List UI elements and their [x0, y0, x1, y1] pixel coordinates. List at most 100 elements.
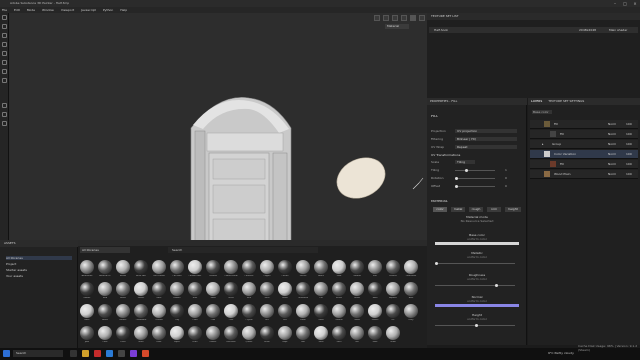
layer-row[interactable]: Fill Norm 100 [530, 160, 638, 169]
material-thumbnail[interactable] [224, 304, 238, 318]
material-thumbnail[interactable] [314, 282, 328, 296]
layer-blend[interactable]: Norm [608, 120, 616, 129]
material-thumbnail[interactable] [170, 304, 184, 318]
channel-color-button[interactable]: color [433, 207, 447, 212]
geometry-fill-icon[interactable] [1, 42, 7, 47]
material-thumbnail[interactable] [314, 260, 328, 274]
material-thumbnail[interactable] [242, 282, 256, 296]
material-thumbnail[interactable] [278, 304, 292, 318]
material-thumbnail[interactable] [242, 304, 256, 318]
material-thumbnail[interactable] [134, 282, 148, 296]
material-thumbnail[interactable] [152, 260, 166, 274]
start-icon[interactable] [3, 350, 10, 357]
rotation-slider[interactable] [455, 177, 495, 180]
channel-metal-button[interactable]: metal [451, 207, 465, 212]
material-thumbnail[interactable] [386, 304, 400, 318]
layer-blend[interactable]: Norm [608, 130, 616, 139]
material-thumbnail[interactable] [116, 260, 130, 274]
shelf-tab[interactable]: All libraries [80, 247, 130, 253]
material-thumbnail[interactable] [98, 282, 112, 296]
material-thumbnail[interactable] [314, 304, 328, 318]
layer-blend[interactable]: Norm [608, 160, 616, 169]
material-thumbnail[interactable] [170, 282, 184, 296]
material-thumbnail[interactable] [278, 326, 292, 340]
projection-select[interactable]: UV projection [455, 129, 517, 133]
tree-item-all-libraries[interactable]: All libraries [6, 256, 72, 260]
material-thumbnail[interactable] [152, 326, 166, 340]
material-thumbnail[interactable] [98, 304, 112, 318]
material-thumbnail[interactable] [350, 282, 364, 296]
material-thumbnail[interactable] [314, 326, 328, 340]
material-thumbnail[interactable] [170, 326, 184, 340]
layer-icon[interactable] [1, 121, 7, 126]
material-thumbnail[interactable] [134, 260, 148, 274]
material-mode-value[interactable]: No Resource Selected [427, 219, 527, 223]
material-thumbnail[interactable] [224, 260, 238, 274]
material-thumbnail[interactable] [188, 260, 202, 274]
material-thumbnail[interactable] [332, 282, 346, 296]
material-thumbnail[interactable] [224, 326, 238, 340]
material-thumbnail[interactable] [404, 304, 418, 318]
material-thumbnail[interactable] [260, 326, 274, 340]
channel-nrm-button[interactable]: nrm [487, 207, 501, 212]
roughness-slider[interactable] [435, 284, 515, 287]
material-thumbnail[interactable] [350, 260, 364, 274]
offset-slider[interactable] [455, 185, 495, 188]
material-thumbnail[interactable] [350, 326, 364, 340]
layer-opacity[interactable]: 100 [626, 140, 632, 149]
material-thumbnail[interactable] [242, 260, 256, 274]
material-thumbnail[interactable] [206, 282, 220, 296]
material-thumbnail[interactable] [80, 260, 94, 274]
tiling-slider[interactable] [455, 169, 495, 172]
uv-transform-label[interactable]: UV Transformations [431, 153, 460, 157]
material-thumbnail[interactable] [368, 260, 382, 274]
layer-row[interactable]: Fill Norm 100 [530, 120, 638, 129]
tab-texture-set-settings[interactable]: TEXTURE SET SETTINGS [548, 98, 584, 105]
material-thumbnail[interactable] [98, 260, 112, 274]
material-thumbnail[interactable] [260, 260, 274, 274]
channel-rough-button[interactable]: rough [469, 207, 483, 212]
material-thumbnail[interactable] [80, 282, 94, 296]
taskbar-search[interactable]: Search [13, 350, 63, 357]
material-thumbnail[interactable] [278, 260, 292, 274]
paint-tool-icon[interactable] [1, 15, 7, 20]
material-thumbnail[interactable] [134, 326, 148, 340]
material-thumbnail[interactable] [152, 304, 166, 318]
offset-value[interactable]: 0 [505, 184, 507, 188]
projection-tool-icon[interactable] [1, 33, 7, 38]
material-thumbnail[interactable] [116, 304, 130, 318]
close-button[interactable]: × [630, 0, 640, 7]
shelf-search-input[interactable]: Search [168, 247, 318, 253]
material-thumbnail[interactable] [260, 304, 274, 318]
metallic-slider[interactable] [435, 262, 515, 265]
uv-wrap-select[interactable]: Repeat [455, 145, 517, 149]
layer-row[interactable]: Wood Plain Norm 100 [530, 170, 638, 179]
material-thumbnail[interactable] [368, 326, 382, 340]
tree-item-starter[interactable]: Starter assets [6, 268, 27, 272]
layer-opacity[interactable]: 100 [626, 120, 632, 129]
material-thumbnail[interactable] [368, 304, 382, 318]
material-thumbnail[interactable] [296, 260, 310, 274]
substance-icon[interactable] [118, 350, 125, 357]
material-thumbnail[interactable] [206, 260, 220, 274]
camera-icon[interactable] [1, 112, 7, 117]
app3-icon[interactable] [142, 350, 149, 357]
picker-tool-icon[interactable] [1, 69, 7, 74]
material-thumbnail[interactable] [80, 304, 94, 318]
material-thumbnail[interactable] [278, 282, 292, 296]
layer-opacity[interactable]: 100 [626, 130, 632, 139]
material-thumbnail[interactable] [152, 282, 166, 296]
layer-row[interactable]: ▸ Group Norm 100 [530, 140, 638, 149]
material-thumbnail[interactable] [296, 304, 310, 318]
rotation-value[interactable]: 0 [505, 176, 507, 180]
layer-blend[interactable]: Norm [608, 140, 616, 149]
tab-layers[interactable]: LAYERS [531, 98, 542, 105]
3d-viewport[interactable]: Material [9, 13, 427, 240]
edge-icon[interactable] [106, 350, 113, 357]
material-thumbnail[interactable] [386, 260, 400, 274]
material-thumbnail[interactable] [80, 326, 94, 340]
material-thumbnail[interactable] [116, 326, 130, 340]
base-color-swatch[interactable] [435, 242, 519, 245]
material-thumbnail[interactable] [188, 282, 202, 296]
app-icon[interactable] [94, 350, 101, 357]
